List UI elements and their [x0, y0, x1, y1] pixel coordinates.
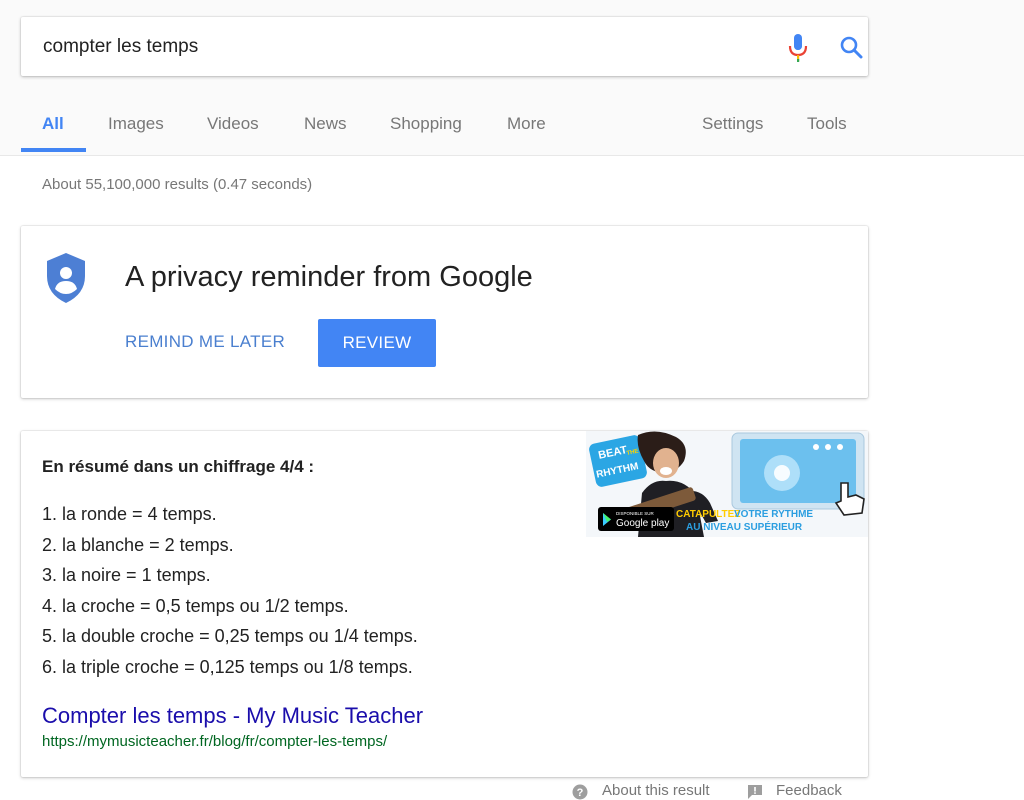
- list-item: 1. la ronde = 4 temps.: [42, 504, 217, 524]
- result-stats: About 55,100,000 results (0.47 seconds): [42, 176, 313, 193]
- app-promo-illustration: BEAT THE RHYTHM DISPONIBLE SUR Google pl…: [586, 431, 868, 537]
- snippet-heading: En résumé dans un chiffrage 4/4 :: [42, 457, 315, 476]
- review-button[interactable]: REVIEW: [318, 319, 436, 367]
- active-tab-indicator: [21, 148, 86, 152]
- list-item: 6. la triple croche = 0,125 temps ou 1/8…: [42, 656, 413, 677]
- list-item: 3. la noire = 1 temps.: [42, 565, 211, 586]
- featured-snippet-card: En résumé dans un chiffrage 4/4 : 1. la …: [21, 431, 868, 777]
- tab-all[interactable]: All: [42, 114, 64, 134]
- list-item: 4. la croche = 0,5 temps ou 1/2 temps.: [42, 595, 349, 616]
- search-icon[interactable]: [839, 35, 863, 59]
- privacy-title: A privacy reminder from Google: [125, 261, 533, 293]
- svg-text:CATAPULTEZ: CATAPULTEZ: [676, 509, 740, 520]
- microphone-icon[interactable]: [787, 33, 809, 63]
- result-url[interactable]: https://mymusicteacher.fr/blog/fr/compte…: [42, 733, 387, 750]
- list-item: 5. la double croche = 0,25 temps ou 1/4 …: [42, 626, 418, 647]
- search-tabs: All Images Videos News Shopping More Set…: [0, 104, 1024, 155]
- tab-more[interactable]: More: [507, 114, 546, 134]
- tab-news[interactable]: News: [304, 114, 347, 134]
- search-box[interactable]: [21, 17, 868, 76]
- tab-tools[interactable]: Tools: [807, 114, 847, 134]
- feedback-link[interactable]: Feedback: [776, 782, 842, 799]
- tab-videos[interactable]: Videos: [207, 114, 259, 134]
- google-play-badge: DISPONIBLE SUR Google play: [598, 507, 674, 531]
- result-title-link[interactable]: Compter les temps - My Music Teacher: [42, 703, 423, 729]
- svg-text:VOTRE RYTHME: VOTRE RYTHME: [734, 509, 813, 520]
- svg-text:DISPONIBLE SUR: DISPONIBLE SUR: [616, 511, 655, 516]
- svg-text:AU NIVEAU SUPÉRIEUR: AU NIVEAU SUPÉRIEUR: [686, 520, 803, 533]
- remind-me-later-button[interactable]: REMIND ME LATER: [125, 332, 285, 352]
- svg-text:Google play: Google play: [616, 518, 669, 529]
- tab-settings[interactable]: Settings: [702, 114, 763, 134]
- about-this-result-link[interactable]: About this result: [602, 782, 710, 799]
- search-input[interactable]: [43, 33, 743, 61]
- shield-user-icon: [47, 253, 85, 303]
- snippet-image[interactable]: BEAT THE RHYTHM DISPONIBLE SUR Google pl…: [586, 431, 868, 537]
- privacy-reminder-card: A privacy reminder from Google REMIND ME…: [21, 226, 868, 398]
- list-item: 2. la blanche = 2 temps.: [42, 534, 234, 555]
- tab-shopping[interactable]: Shopping: [390, 114, 462, 134]
- tab-images[interactable]: Images: [108, 114, 164, 134]
- snippet-list: 1. la ronde = 4 temps. 2. la blanche = 2…: [42, 499, 418, 683]
- svg-text:?: ?: [577, 787, 584, 799]
